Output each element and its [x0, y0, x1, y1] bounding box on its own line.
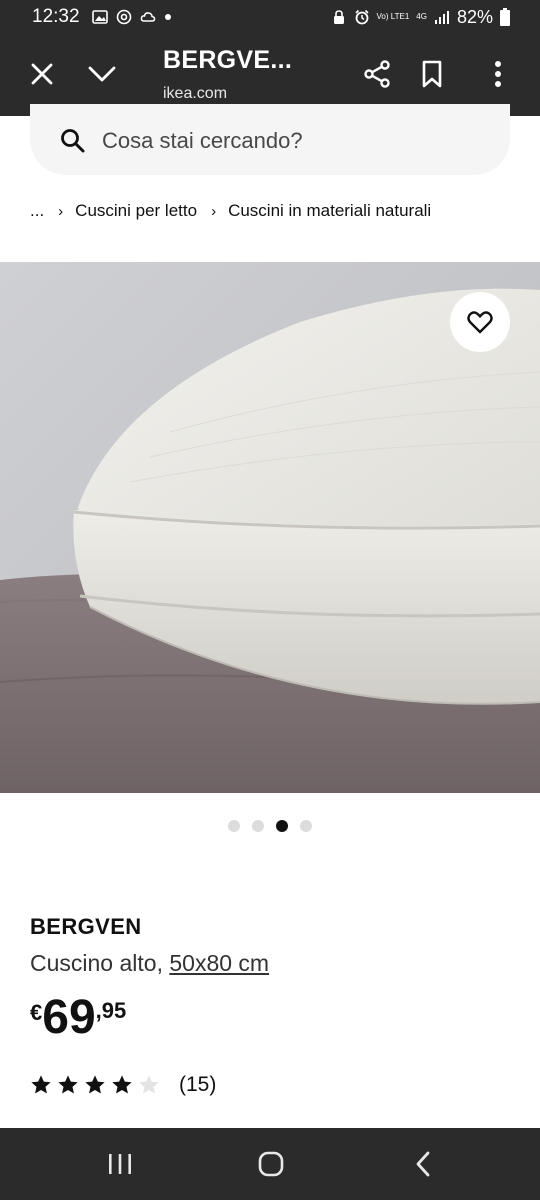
product-name: BERGVEN — [30, 914, 142, 939]
bookmark-icon — [422, 60, 442, 88]
carousel-dot-active[interactable] — [276, 820, 288, 832]
alarm-icon — [354, 9, 369, 25]
product-description: Cuscino alto, 50x80 cm — [30, 950, 269, 977]
carousel-dot[interactable] — [252, 820, 264, 832]
product-price: € 69 ,95 — [30, 992, 126, 1044]
carousel-indicators — [0, 820, 540, 832]
search-input[interactable]: Cosa stai cercando? — [30, 104, 510, 175]
more-options-button[interactable] — [478, 54, 518, 94]
recent-apps-button[interactable] — [90, 1142, 150, 1186]
collapse-button[interactable] — [82, 54, 122, 94]
status-bar: 12:32 Vo) LTE1 4G 82% — [0, 0, 540, 34]
volte-indicator: Vo) LTE1 — [376, 12, 410, 21]
home-icon — [258, 1151, 284, 1177]
more-vert-icon — [495, 61, 501, 87]
system-nav-bar — [0, 1128, 540, 1200]
search-placeholder: Cosa stai cercando? — [102, 127, 303, 153]
search-icon — [61, 128, 85, 152]
product-rating[interactable]: (15) — [30, 1073, 216, 1097]
back-icon — [416, 1151, 430, 1177]
status-time: 12:32 — [32, 6, 80, 27]
close-button[interactable] — [22, 54, 62, 94]
star-filled-icon — [112, 1075, 132, 1094]
chevron-right-icon: › — [58, 202, 64, 220]
at-sign-icon — [116, 9, 131, 25]
star-filled-icon — [58, 1075, 78, 1094]
battery-icon — [500, 8, 510, 26]
recent-apps-icon — [109, 1154, 131, 1174]
price-integer: 69 — [42, 991, 96, 1044]
breadcrumb-ellipsis[interactable]: ... — [30, 201, 44, 221]
page-url: ikea.com — [163, 85, 228, 102]
network-indicator: 4G — [416, 12, 427, 21]
carousel-dot[interactable] — [300, 820, 312, 832]
heart-icon — [467, 311, 493, 334]
home-button[interactable] — [241, 1142, 301, 1186]
share-icon — [364, 60, 390, 88]
favorite-button[interactable] — [450, 292, 510, 352]
product-size-link[interactable]: 50x80 cm — [169, 950, 269, 976]
gallery-icon — [91, 10, 108, 24]
price-decimal: ,95 — [95, 998, 127, 1023]
product-type: Cuscino alto, — [30, 950, 163, 976]
page-title: BERGVE... — [163, 46, 293, 74]
back-button[interactable] — [393, 1142, 453, 1186]
close-icon — [31, 63, 53, 85]
signal-icon — [434, 11, 449, 24]
lock-icon — [333, 10, 344, 24]
chevron-down-icon — [88, 66, 116, 82]
breadcrumb-item-natural-pillows[interactable]: Cuscini in materiali naturali — [228, 201, 431, 221]
star-filled-icon — [31, 1075, 51, 1094]
cloud-icon — [140, 12, 155, 22]
bookmark-button[interactable] — [412, 54, 452, 94]
notification-dot-icon — [164, 14, 171, 20]
breadcrumb: ... › Cuscini per letto › Cuscini in mat… — [30, 201, 431, 221]
battery-percent: 82% — [456, 6, 493, 27]
share-button[interactable] — [357, 54, 397, 94]
star-filled-icon — [85, 1075, 105, 1094]
price-currency: € — [30, 1000, 43, 1025]
star-empty-icon — [139, 1075, 159, 1094]
rating-count: (15) — [179, 1073, 217, 1096]
chevron-right-icon: › — [211, 202, 217, 220]
carousel-dot[interactable] — [228, 820, 240, 832]
breadcrumb-item-pillows[interactable]: Cuscini per letto — [75, 201, 197, 221]
